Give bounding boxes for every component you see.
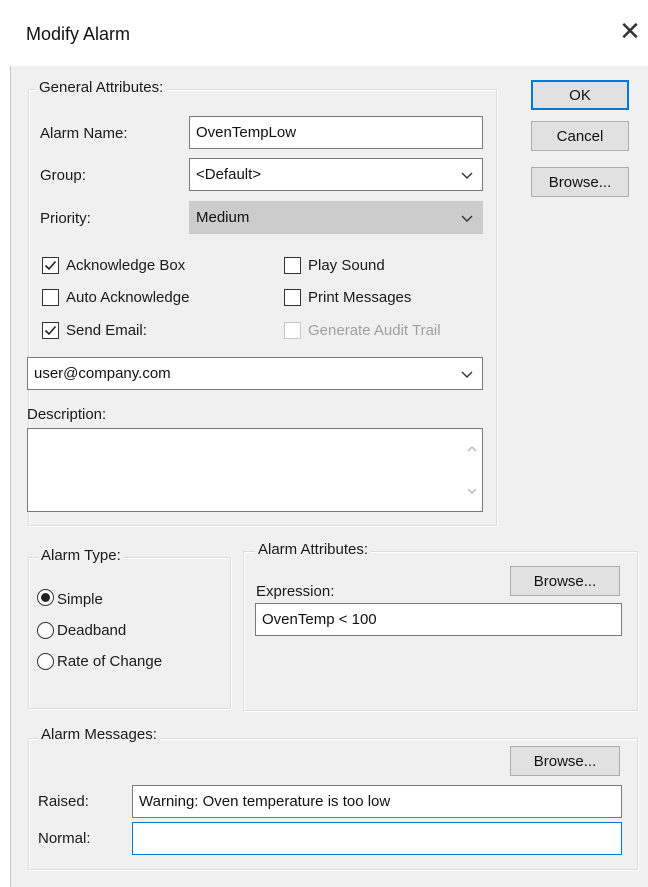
auto-acknowledge-label: Auto Acknowledge [66, 289, 190, 306]
browse-button[interactable]: Browse... [531, 167, 629, 197]
acknowledge-box-label: Acknowledge Box [66, 257, 186, 274]
chevron-down-icon [461, 215, 473, 222]
priority-label: Priority: [40, 210, 91, 227]
simple-radio[interactable] [37, 589, 54, 606]
generate-audit-trail-label: Generate Audit Trail [308, 322, 441, 339]
radio-selected-dot [41, 593, 50, 602]
rate-of-change-radio[interactable] [37, 653, 54, 670]
alarm-type-legend: Alarm Type: [38, 547, 124, 564]
alarm-name-label: Alarm Name: [40, 125, 128, 142]
messages-browse-button[interactable]: Browse... [510, 746, 620, 776]
print-messages-label: Print Messages [308, 289, 412, 306]
expression-browse-button[interactable]: Browse... [510, 566, 620, 596]
group-select-value: <Default> [196, 166, 262, 183]
expression-label: Expression: [256, 583, 335, 600]
play-sound-label: Play Sound [308, 257, 385, 274]
alarm-name-input[interactable]: OvenTempLow [189, 116, 483, 149]
deadband-radio-label: Deadband [57, 622, 127, 639]
priority-select-value: Medium [196, 209, 250, 226]
chevron-down-icon [461, 172, 473, 179]
generate-audit-trail-checkbox[interactable] [284, 322, 301, 339]
alarm-attributes-legend: Alarm Attributes: [255, 541, 372, 558]
email-select[interactable]: user@company.com [27, 357, 483, 390]
description-scrollbar[interactable] [462, 429, 482, 511]
scroll-up-icon[interactable] [466, 445, 478, 453]
rate-of-change-radio-label: Rate of Change [57, 653, 163, 670]
raised-message-input[interactable]: Warning: Oven temperature is too low [132, 785, 622, 818]
description-textarea[interactable] [27, 428, 483, 512]
checkmark-icon [44, 325, 57, 336]
chevron-down-icon [461, 371, 473, 378]
general-attributes-legend: General Attributes: [36, 79, 167, 96]
alarm-messages-legend: Alarm Messages: [38, 726, 160, 743]
raised-label: Raised: [38, 793, 89, 810]
email-select-value: user@company.com [34, 365, 171, 382]
normal-label: Normal: [38, 830, 91, 847]
expression-input[interactable]: OvenTemp < 100 [255, 603, 622, 636]
auto-acknowledge-checkbox[interactable] [42, 289, 59, 306]
description-label: Description: [27, 406, 107, 423]
group-select[interactable]: <Default> [189, 158, 483, 191]
print-messages-checkbox[interactable] [284, 289, 301, 306]
dialog-title: Modify Alarm [26, 24, 131, 44]
checkmark-icon [44, 260, 57, 271]
group-label: Group: [40, 167, 86, 184]
cancel-button[interactable]: Cancel [531, 121, 629, 151]
normal-message-input[interactable] [132, 822, 622, 855]
send-email-checkbox[interactable] [42, 322, 59, 339]
play-sound-checkbox[interactable] [284, 257, 301, 274]
ok-button[interactable]: OK [531, 80, 629, 110]
scroll-down-icon[interactable] [466, 487, 478, 495]
close-icon[interactable]: ✕ [616, 18, 644, 46]
priority-select[interactable]: Medium [189, 201, 483, 234]
deadband-radio[interactable] [37, 622, 54, 639]
send-email-label: Send Email: [66, 322, 147, 339]
simple-radio-label: Simple [57, 591, 103, 608]
acknowledge-box-checkbox[interactable] [42, 257, 59, 274]
